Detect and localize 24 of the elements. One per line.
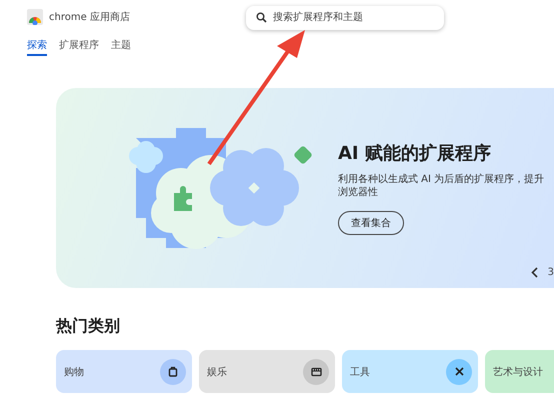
banner-description: 利用各种以生成式 AI 为后盾的扩展程序，提升浏览器性 [338,173,546,199]
category-card[interactable]: 购物 [56,350,192,393]
previous-button[interactable] [530,267,538,278]
search-field[interactable]: 搜索扩展程序和主题 [246,6,444,30]
section-heading: 热门类别 [56,316,121,336]
shopping-bag-icon [168,366,178,377]
category-card[interactable]: 工具 [342,350,478,393]
category-label: 工具 [350,366,370,378]
banner-title: AI 赋能的扩展程序 [338,142,491,165]
nav-tab[interactable]: 主题 [111,38,131,56]
nav-tab[interactable]: 探索 [27,38,47,56]
search-icon [256,12,267,23]
chrome-logo-icon [27,9,43,25]
category-card[interactable]: 娱乐 [199,350,335,393]
film-icon [310,366,322,376]
page-indicator: 3 [548,267,554,278]
chevron-left-icon [530,267,538,278]
view-collection-button[interactable]: 查看集合 [338,211,404,235]
category-label: 艺术与设计 [493,366,543,378]
category-label: 购物 [64,366,84,378]
nav-tab[interactable]: 扩展程序 [59,38,99,56]
category-label: 娱乐 [207,366,227,378]
store-name: chrome 应用商店 [49,10,130,24]
category-card[interactable]: 艺术与设计 [485,350,554,393]
